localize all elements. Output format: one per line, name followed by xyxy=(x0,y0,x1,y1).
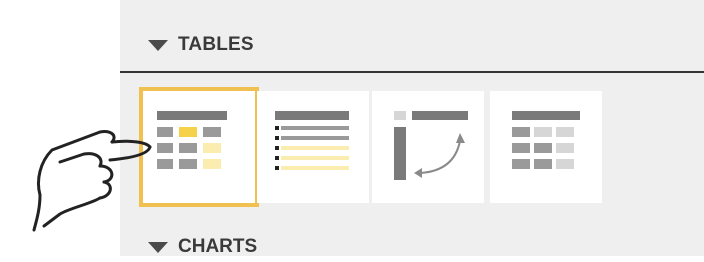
charts-section-header[interactable]: CHARTS xyxy=(148,232,257,262)
tables-section-header[interactable]: TABLES xyxy=(148,30,254,60)
chevron-down-icon xyxy=(148,40,168,51)
table-grid-icon xyxy=(512,111,580,169)
hand-pointer-icon xyxy=(32,130,152,232)
table-layout-grid-tile[interactable] xyxy=(490,91,602,203)
charts-section-label: CHARTS xyxy=(178,236,258,257)
table-layout-list-tile[interactable] xyxy=(257,91,369,203)
table-layout-pivot-tile[interactable] xyxy=(372,91,484,203)
table-pivot-icon xyxy=(394,111,468,180)
table-list-icon xyxy=(275,111,349,170)
tables-section-label: TABLES xyxy=(178,34,254,55)
section-divider xyxy=(120,71,704,73)
